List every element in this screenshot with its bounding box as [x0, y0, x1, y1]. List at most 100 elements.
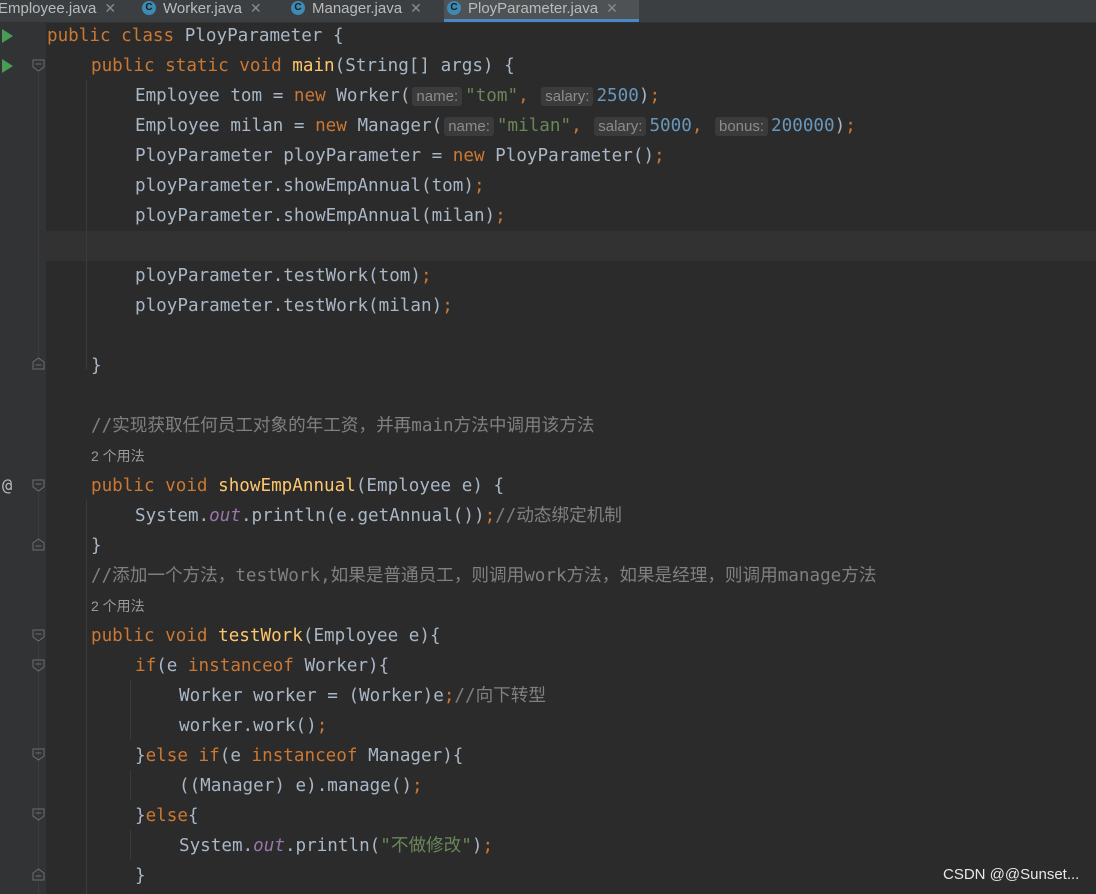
fold-guide	[38, 643, 39, 894]
semicolon: ;	[649, 86, 661, 106]
closing-brace: }	[135, 866, 146, 886]
keyword: public void	[91, 626, 219, 646]
parameter-hint: salary:	[541, 87, 594, 106]
code-text: ployParameter.testWork(milan)	[135, 296, 443, 316]
close-icon[interactable]: ✕	[410, 0, 422, 16]
keyword: new	[452, 146, 496, 166]
semicolon: ;	[473, 176, 485, 196]
fold-collapse-icon[interactable]	[32, 479, 45, 492]
code-text: }	[135, 746, 146, 766]
string-literal: "milan"	[496, 116, 572, 136]
code-line-24[interactable]: }else if(e instanceof Manager){	[135, 741, 463, 771]
usages-hint[interactable]: 2 个用法	[91, 441, 145, 471]
code-line-2[interactable]: public static void main(String[] args) {	[91, 51, 515, 81]
fold-guide	[38, 493, 39, 543]
semicolon: ;	[845, 116, 856, 136]
fold-collapse-icon[interactable]	[32, 748, 45, 761]
indent-guide	[130, 770, 131, 800]
code-text: Manager){	[368, 746, 464, 766]
code-text: )	[834, 116, 846, 136]
method-name: testWork	[218, 626, 303, 646]
fold-end-icon[interactable]	[32, 357, 45, 370]
override-marker-icon[interactable]: @	[2, 476, 12, 496]
keyword: instanceof	[187, 656, 305, 676]
editor-tab-bar: Employee.java ✕ C Worker.java ✕ C Manager.…	[0, 0, 1096, 23]
semicolon: ;	[495, 206, 506, 226]
code-text: Worker){	[304, 656, 390, 676]
code-line-6[interactable]: ployParameter.showEmpAnnual(tom);	[135, 171, 485, 201]
code-comment-annual[interactable]: //实现获取任何员工对象的年工资，并再main方法中调用该方法	[91, 411, 594, 441]
tab-label: Manager.java	[312, 0, 403, 17]
tab-label: Worker.java	[163, 0, 242, 17]
usages-hint[interactable]: 2 个用法	[91, 591, 145, 621]
csdn-watermark: CSDN @@Sunset...	[943, 866, 1080, 883]
fold-end-icon[interactable]	[32, 538, 45, 551]
code-text: ployParameter.showEmpAnnual(tom)	[135, 176, 474, 196]
fold-collapse-icon[interactable]	[32, 629, 45, 642]
code-line-27[interactable]: System.out.println("不做修改");	[179, 831, 493, 861]
static-field: out	[253, 836, 285, 856]
code-text: (Employee e){	[302, 626, 441, 646]
code-text: (Employee e) {	[355, 476, 505, 496]
code-line-15[interactable]: public void showEmpAnnual(Employee e) {	[91, 471, 504, 501]
code-text: System.	[135, 506, 210, 526]
keyword: instanceof	[251, 746, 369, 766]
code-line-3[interactable]: Employee tom = new Worker(name: "tom", sa…	[135, 81, 660, 111]
code-text: Employee tom =	[135, 86, 294, 106]
static-field: out	[209, 506, 241, 526]
semicolon: ;	[316, 716, 328, 736]
indent-guide	[86, 80, 87, 370]
run-main-icon[interactable]	[2, 59, 13, 73]
code-line-12[interactable]: }	[91, 351, 102, 381]
close-icon[interactable]: ✕	[104, 0, 116, 16]
code-text: Employee milan =	[135, 116, 316, 136]
code-text: (e	[219, 746, 252, 766]
code-line-7[interactable]: ployParameter.showEmpAnnual(milan);	[135, 201, 506, 231]
fold-collapse-icon[interactable]	[32, 59, 45, 72]
semicolon: ;	[421, 266, 432, 286]
run-class-icon[interactable]	[2, 29, 13, 43]
code-line-17[interactable]: }	[91, 531, 102, 561]
code-line-5[interactable]: PloyParameter ployParameter = new PloyPa…	[135, 141, 665, 171]
code-line-21[interactable]: if(e instanceof Worker){	[135, 651, 389, 681]
fold-collapse-icon[interactable]	[32, 659, 45, 672]
semicolon: ;	[412, 776, 423, 796]
tab-employee-java[interactable]: Employee.java ✕	[0, 0, 116, 22]
class-icon: C	[291, 1, 305, 15]
fold-end-icon[interactable]	[32, 868, 45, 881]
code-line-25[interactable]: ((Manager) e).manage();	[179, 771, 423, 801]
tab-ployparameter-java[interactable]: C PloyParameter.java ✕	[444, 0, 639, 22]
tab-manager-java[interactable]: C Manager.java ✕	[288, 0, 422, 22]
code-line-22[interactable]: Worker worker = (Worker)e;//向下转型	[179, 681, 546, 711]
editor-gutter	[0, 23, 46, 894]
semicolon: ;	[442, 296, 453, 316]
code-line-16[interactable]: System.out.println(e.getAnnual());//动态绑定…	[135, 501, 622, 531]
code-text: Worker(	[336, 86, 411, 106]
close-icon[interactable]: ✕	[250, 0, 262, 16]
code-comment-testwork[interactable]: //添加一个方法，testWork,如果是普通员工，则调用work方法，如果是经…	[91, 561, 876, 591]
parameter-hint: name:	[444, 117, 494, 136]
comma: ,	[571, 116, 582, 136]
code-line-28[interactable]: }	[135, 861, 146, 891]
indent-guide	[130, 680, 131, 740]
code-line-23[interactable]: worker.work();	[179, 711, 327, 741]
code-line-26[interactable]: }else{	[135, 801, 199, 831]
tab-worker-java[interactable]: C Worker.java ✕	[139, 0, 262, 22]
parameter-hint: salary:	[594, 117, 647, 136]
string-literal: "不做修改"	[380, 836, 472, 856]
code-line-1[interactable]: public class PloyParameter {	[47, 21, 344, 51]
fold-collapse-icon[interactable]	[32, 808, 45, 821]
close-icon[interactable]: ✕	[606, 0, 618, 16]
code-text: (e	[156, 656, 188, 676]
code-line-9[interactable]: ployParameter.testWork(tom);	[135, 261, 432, 291]
class-icon: C	[142, 1, 156, 15]
code-text: {	[187, 806, 199, 826]
indent-guide	[86, 500, 87, 894]
code-line-4[interactable]: Employee milan = new Manager(name: "milan…	[135, 111, 856, 141]
tab-label: Employee.java	[0, 0, 97, 17]
method-name: main	[292, 56, 335, 76]
code-text: PloyParameter()	[495, 146, 655, 166]
code-line-10[interactable]: ployParameter.testWork(milan);	[135, 291, 453, 321]
class-name: PloyParameter {	[184, 26, 344, 46]
code-line-20[interactable]: public void testWork(Employee e){	[91, 621, 441, 651]
